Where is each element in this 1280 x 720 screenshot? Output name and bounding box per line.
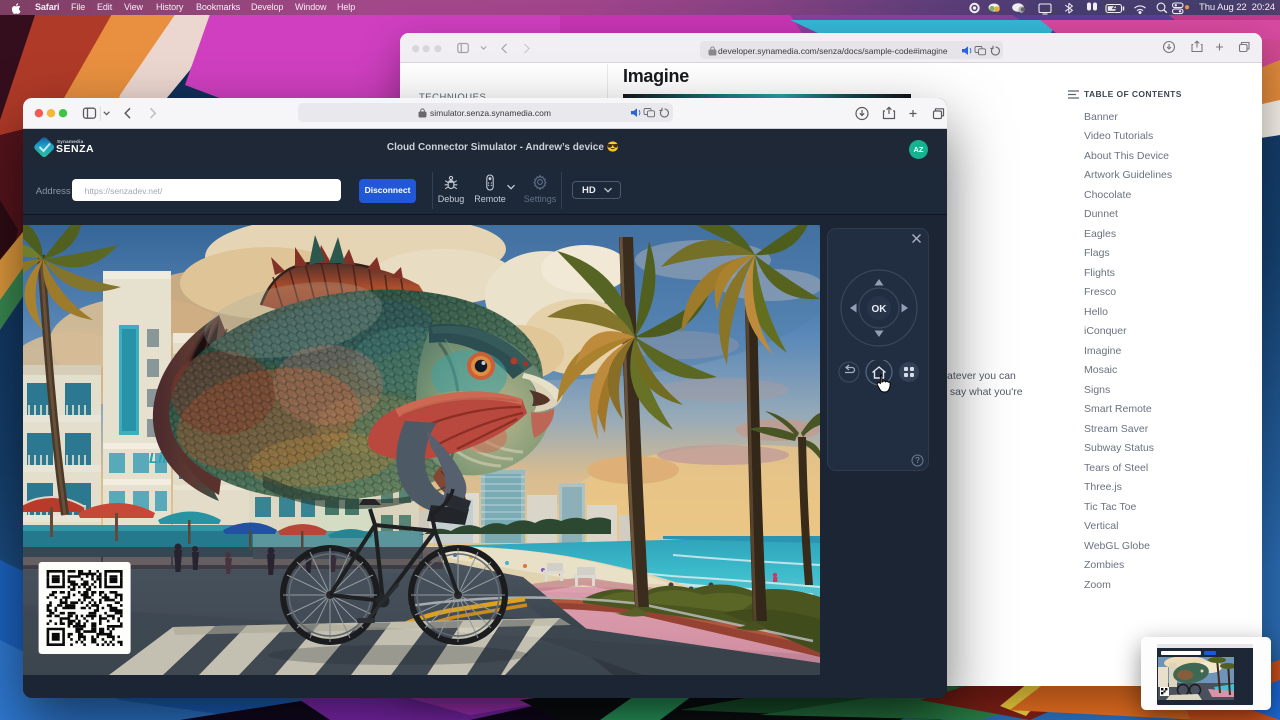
svg-text:OK: OK [872, 304, 888, 315]
svg-text:?: ? [915, 456, 920, 465]
